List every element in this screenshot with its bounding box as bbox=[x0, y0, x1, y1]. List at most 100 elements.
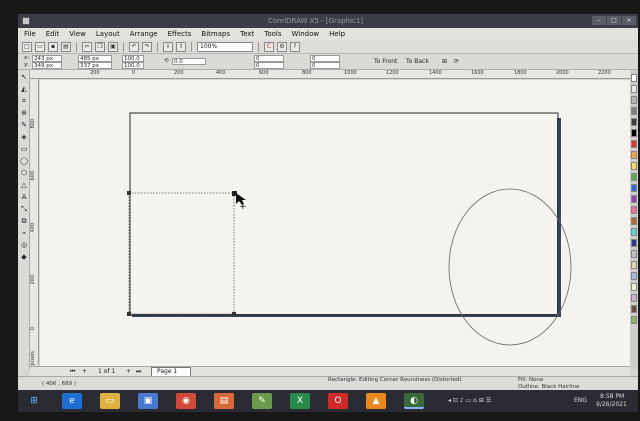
print-icon[interactable]: ▤ bbox=[61, 41, 71, 52]
scale-x-input[interactable]: 100.0 bbox=[122, 55, 144, 62]
menu-help[interactable]: Help bbox=[329, 30, 345, 38]
color-swatch[interactable] bbox=[631, 206, 637, 214]
app-icon[interactable] bbox=[22, 17, 30, 25]
corner-tl-input[interactable]: 0 bbox=[254, 55, 284, 62]
color-swatch[interactable] bbox=[631, 316, 637, 324]
color-swatch[interactable] bbox=[631, 173, 637, 181]
last-page-button[interactable]: ⏭ bbox=[136, 368, 141, 376]
menu-effects[interactable]: Effects bbox=[168, 30, 192, 38]
media-icon[interactable]: ▣ bbox=[138, 393, 158, 409]
menu-arrange[interactable]: Arrange bbox=[130, 30, 158, 38]
color-swatch[interactable] bbox=[631, 239, 637, 247]
chrome-icon[interactable]: ◉ bbox=[176, 393, 196, 409]
open-icon[interactable]: ▭ bbox=[35, 41, 45, 52]
paint-icon[interactable]: ✎ bbox=[252, 393, 272, 409]
opera-icon[interactable]: O bbox=[328, 393, 348, 409]
menu-tools[interactable]: Tools bbox=[264, 30, 281, 38]
refresh-icon[interactable]: ⟳ bbox=[454, 56, 459, 68]
shape-tool-icon[interactable]: ◭ bbox=[19, 84, 29, 94]
first-page-button[interactable]: ⏮ bbox=[70, 368, 75, 376]
color-swatch[interactable] bbox=[631, 272, 637, 280]
menu-view[interactable]: View bbox=[69, 30, 86, 38]
color-swatch[interactable] bbox=[631, 129, 637, 137]
options-icon[interactable]: ⚙ bbox=[277, 41, 287, 52]
help-icon[interactable]: ? bbox=[290, 41, 300, 52]
color-swatch[interactable] bbox=[631, 250, 637, 258]
menu-bitmaps[interactable]: Bitmaps bbox=[201, 30, 230, 38]
corner-br-input[interactable]: 0 bbox=[310, 62, 340, 69]
drawing-canvas[interactable]: + bbox=[40, 80, 630, 366]
color-swatch[interactable] bbox=[631, 107, 637, 115]
undo-icon[interactable]: ↶ bbox=[129, 41, 139, 52]
height-input[interactable]: 337 px bbox=[78, 62, 112, 69]
width-input[interactable]: 485 px bbox=[78, 55, 112, 62]
polygon-tool-icon[interactable]: ⬠ bbox=[19, 168, 29, 178]
pick-tool-icon[interactable]: ↖ bbox=[19, 72, 29, 82]
excel-icon[interactable]: X bbox=[290, 393, 310, 409]
x-position-input[interactable]: 243 px bbox=[32, 55, 62, 62]
basic-shapes-icon[interactable]: △ bbox=[19, 180, 29, 190]
outline-tool-icon[interactable]: ◎ bbox=[19, 240, 29, 250]
vertical-ruler[interactable]: 800 600 400 200 0 pixels bbox=[30, 79, 39, 365]
rectangle-tool-icon[interactable]: ▭ bbox=[19, 144, 29, 154]
scale-y-input[interactable]: 100.0 bbox=[122, 62, 144, 69]
fill-tool-icon[interactable]: ◆ bbox=[19, 252, 29, 262]
ellipse-tool-icon[interactable]: ◯ bbox=[19, 156, 29, 166]
color-swatch[interactable] bbox=[631, 118, 637, 126]
new-icon[interactable]: □ bbox=[22, 41, 32, 52]
save-icon[interactable]: ▪ bbox=[48, 41, 58, 52]
color-swatch[interactable] bbox=[631, 294, 637, 302]
menu-window[interactable]: Window bbox=[292, 30, 320, 38]
photos-icon[interactable]: ▤ bbox=[214, 393, 234, 409]
text-tool-icon[interactable]: A bbox=[19, 192, 29, 202]
windows-start-icon[interactable]: ⊞ bbox=[24, 393, 44, 409]
blend-tool-icon[interactable]: ⧉ bbox=[19, 216, 29, 226]
to-back-button[interactable]: To Back bbox=[406, 56, 429, 68]
smart-fill-icon[interactable]: ◈ bbox=[19, 132, 29, 142]
menu-file[interactable]: File bbox=[24, 30, 36, 38]
color-swatch[interactable] bbox=[631, 228, 637, 236]
corner-bl-input[interactable]: 0 bbox=[254, 62, 284, 69]
y-position-input[interactable]: 349 px bbox=[32, 62, 62, 69]
menu-layout[interactable]: Layout bbox=[96, 30, 120, 38]
coreldraw-icon[interactable]: ◐ bbox=[404, 393, 424, 409]
rotation-input[interactable]: 0.0 bbox=[172, 58, 206, 65]
color-swatch[interactable] bbox=[631, 151, 637, 159]
add-page-button[interactable]: + bbox=[82, 368, 87, 375]
import-icon[interactable]: ⇩ bbox=[163, 41, 173, 52]
vlc-icon[interactable]: ▲ bbox=[366, 393, 386, 409]
color-swatch[interactable] bbox=[631, 217, 637, 225]
explorer-icon[interactable]: ▭ bbox=[100, 393, 120, 409]
minimize-button[interactable]: – bbox=[592, 16, 606, 25]
color-swatch[interactable] bbox=[631, 140, 637, 148]
color-swatch[interactable] bbox=[631, 184, 637, 192]
paste-icon[interactable]: ▣ bbox=[108, 41, 118, 52]
cut-icon[interactable]: ✂ bbox=[82, 41, 92, 52]
connector-tool-icon[interactable]: ⤡ bbox=[19, 204, 29, 214]
color-swatch[interactable] bbox=[631, 261, 637, 269]
tray-icons[interactable]: ◂ ⊡ ♪ ▭ ⌂ ⊞ ☰ bbox=[448, 397, 491, 404]
to-front-button[interactable]: To Front bbox=[374, 56, 397, 68]
eyedropper-tool-icon[interactable]: ⌁ bbox=[19, 228, 29, 238]
close-button[interactable]: ✕ bbox=[622, 16, 636, 25]
zoom-level-select[interactable]: 100% bbox=[197, 41, 253, 52]
freehand-tool-icon[interactable]: ✎ bbox=[19, 120, 29, 130]
color-swatch[interactable] bbox=[631, 195, 637, 203]
color-swatch[interactable] bbox=[631, 85, 637, 93]
convert-icon[interactable]: ⊞ bbox=[442, 56, 447, 68]
redo-icon[interactable]: ↷ bbox=[142, 41, 152, 52]
zoom-tool-icon[interactable]: ⊕ bbox=[19, 108, 29, 118]
next-page-button[interactable]: + bbox=[126, 368, 131, 375]
color-swatch[interactable] bbox=[631, 305, 637, 313]
crop-tool-icon[interactable]: ⌗ bbox=[19, 96, 29, 106]
clock-date[interactable]: 9/26/2021 bbox=[596, 401, 627, 408]
ie-icon[interactable]: e bbox=[62, 393, 82, 409]
color-swatch[interactable] bbox=[631, 283, 637, 291]
maximize-button[interactable]: □ bbox=[607, 16, 621, 25]
clock-time[interactable]: 8:58 PM bbox=[600, 393, 624, 400]
color-swatch[interactable] bbox=[631, 96, 637, 104]
snap-icon[interactable]: C bbox=[264, 41, 274, 52]
menu-text[interactable]: Text bbox=[240, 30, 254, 38]
horizontal-ruler[interactable]: 200 0 200 400 600 800 1000 1200 1400 160… bbox=[30, 70, 634, 79]
language-indicator[interactable]: ENG bbox=[574, 397, 587, 404]
